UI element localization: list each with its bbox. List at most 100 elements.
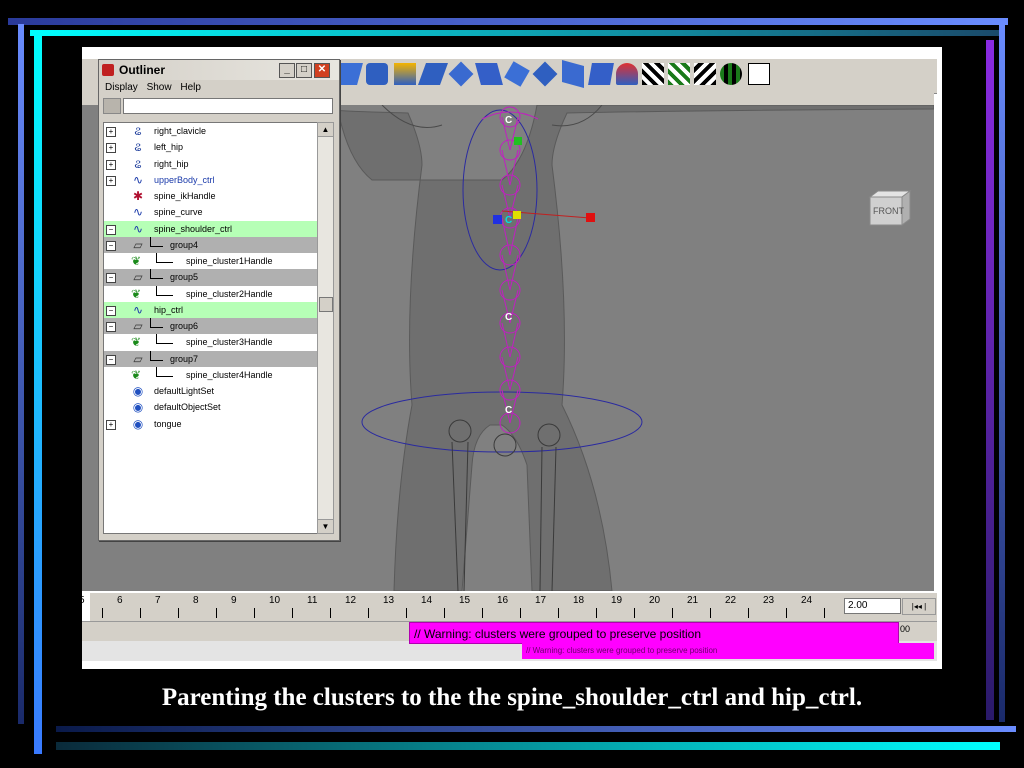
outliner-item[interactable]: + ◉ tongue	[104, 416, 318, 432]
outliner-title-bar[interactable]: Outliner _ □ ✕	[99, 60, 339, 80]
shelf-tool-icon[interactable]	[366, 63, 388, 85]
top-blue-bar	[8, 18, 1008, 25]
shelf-tool-icon[interactable]	[448, 61, 474, 87]
shelf-tool-icon[interactable]	[694, 63, 716, 85]
scroll-down-button[interactable]: ▼	[318, 519, 333, 533]
outliner-item[interactable]: ❦ spine_cluster4Handle	[104, 366, 318, 383]
filter-toggle-icon[interactable]	[103, 98, 121, 114]
timeline-tick-mark	[140, 608, 141, 618]
outliner-item[interactable]: ∿ spine_curve	[104, 204, 318, 220]
outliner-item[interactable]: ❦ spine_cluster2Handle	[104, 285, 318, 302]
shelf-tool-icon[interactable]	[616, 63, 638, 85]
set-icon: ◉	[132, 384, 144, 398]
shelf-tool-icon[interactable]	[720, 63, 742, 85]
outliner-item-label: group5	[170, 272, 199, 283]
timeline-tick-label: 17	[535, 595, 547, 606]
cluster-marker[interactable]: C	[505, 405, 512, 416]
scroll-up-button[interactable]: ▲	[318, 123, 333, 137]
outliner-item[interactable]: + ଌ left_hip	[104, 139, 318, 155]
cluster-marker[interactable]: C	[505, 312, 512, 323]
range-end-field[interactable]: 00	[900, 624, 910, 634]
outliner-item[interactable]: + ଌ right_hip	[104, 156, 318, 172]
timeline-tick-mark	[330, 608, 331, 618]
cluster-marker[interactable]: C	[505, 215, 512, 226]
outliner-item[interactable]: + ∿ upperBody_ctrl	[104, 172, 318, 188]
outliner-item[interactable]: − ▱ group7	[104, 350, 318, 367]
outliner-item[interactable]: + ଌ right_clavicle	[104, 123, 318, 139]
outliner-item[interactable]: − ▱ group6	[104, 318, 318, 335]
collapse-icon[interactable]: −	[106, 354, 116, 365]
outliner-item[interactable]: ✱ spine_ikHandle	[104, 188, 318, 204]
joint-icon: ଌ	[134, 140, 142, 155]
shelf-tool-icon[interactable]	[668, 63, 690, 85]
left-blue-bar	[18, 24, 24, 724]
manipulator-center-handle[interactable]	[513, 211, 521, 219]
expand-icon[interactable]: +	[106, 419, 116, 430]
collapse-icon[interactable]: −	[106, 305, 116, 316]
warning-message: // Warning: clusters were grouped to pre…	[409, 622, 899, 644]
outliner-item[interactable]: ◉ defaultLightSet	[104, 383, 318, 399]
shelf-tool-icon[interactable]	[417, 63, 449, 85]
expand-icon[interactable]: +	[106, 175, 116, 186]
outliner-item-label: spine_cluster4Handle	[186, 369, 273, 380]
collapse-icon[interactable]: −	[106, 240, 116, 251]
outliner-item[interactable]: − ∿ hip_ctrl	[104, 301, 318, 318]
shelf-tool-icon[interactable]	[532, 61, 558, 87]
shelf-tool-icon[interactable]	[588, 63, 614, 85]
playback-buttons[interactable]: |◂◂ |	[902, 598, 936, 615]
outliner-item[interactable]: ❦ spine_cluster3Handle	[104, 334, 318, 350]
filter-input[interactable]	[123, 98, 333, 114]
outliner-item-label: right_hip	[154, 158, 189, 169]
outliner-item-label: group4	[170, 239, 199, 250]
shelf-tool-icon[interactable]	[504, 61, 530, 87]
menu-help[interactable]: Help	[180, 82, 201, 93]
joint-icon: ଌ	[134, 124, 142, 138]
expand-icon[interactable]: +	[106, 143, 116, 154]
collapse-icon[interactable]: −	[106, 273, 116, 284]
close-button[interactable]: ✕	[314, 63, 330, 78]
outliner-filter-row	[99, 96, 339, 116]
scroll-thumb[interactable]	[319, 297, 333, 312]
shelf-tool-icon[interactable]	[562, 60, 584, 88]
view-cube[interactable]: FRONT	[868, 189, 912, 227]
timeline-tick-label: 16	[497, 595, 509, 606]
outliner-scrollbar[interactable]: ▲ ▼	[317, 122, 334, 534]
character-mesh[interactable]	[312, 105, 934, 591]
outliner-item[interactable]: ◉ defaultObjectSet	[104, 399, 318, 415]
ik-handle-icon: ✱	[132, 189, 144, 203]
manipulator-z-handle[interactable]	[493, 215, 502, 224]
shelf-tool-icon[interactable]	[642, 63, 664, 85]
menu-show[interactable]: Show	[147, 82, 172, 93]
outliner-item-label: tongue	[154, 418, 182, 429]
outliner-menu-bar: Display Show Help	[99, 80, 339, 96]
expand-icon[interactable]: +	[106, 159, 116, 170]
expand-icon[interactable]: +	[106, 127, 116, 137]
menu-display[interactable]: Display	[105, 82, 138, 93]
set-icon: ◉	[132, 416, 144, 431]
outliner-item[interactable]: − ∿ spine_shoulder_ctrl	[104, 220, 318, 237]
timeline-tick-mark	[216, 608, 217, 618]
outliner-item-label: right_clavicle	[154, 126, 207, 136]
outliner-item[interactable]: − ▱ group4	[104, 236, 318, 253]
timeline-tick-mark	[368, 608, 369, 618]
maximize-button[interactable]: □	[296, 63, 312, 78]
hierarchy-connector	[150, 269, 163, 280]
bottom-cyan-bar	[56, 742, 1000, 750]
shelf-tool-icon[interactable]	[475, 63, 503, 85]
collapse-icon[interactable]: −	[106, 322, 116, 332]
window-title: Outliner	[119, 63, 166, 77]
timeline-tick-label: 22	[725, 595, 737, 606]
collapse-icon[interactable]: −	[106, 224, 116, 235]
timeline-tick-mark	[254, 608, 255, 618]
manipulator-x-handle[interactable]	[586, 213, 595, 222]
minimize-button[interactable]: _	[279, 63, 295, 78]
time-slider[interactable]: 5 6 7 8 9 10 11 12 13 14 15 16 17 18 19 20 21 22 23 24	[82, 593, 937, 621]
manipulator-y-handle[interactable]	[514, 137, 522, 145]
timeline-tick-mark	[558, 608, 559, 618]
shelf-tool-icon[interactable]	[394, 63, 416, 85]
outliner-item[interactable]: ❦ spine_cluster1Handle	[104, 253, 318, 269]
current-frame-field[interactable]: 2.00	[844, 598, 901, 614]
shelf-tool-icon[interactable]	[748, 63, 770, 85]
outliner-item[interactable]: − ▱ group5	[104, 269, 318, 286]
cluster-marker[interactable]: C	[505, 115, 512, 126]
